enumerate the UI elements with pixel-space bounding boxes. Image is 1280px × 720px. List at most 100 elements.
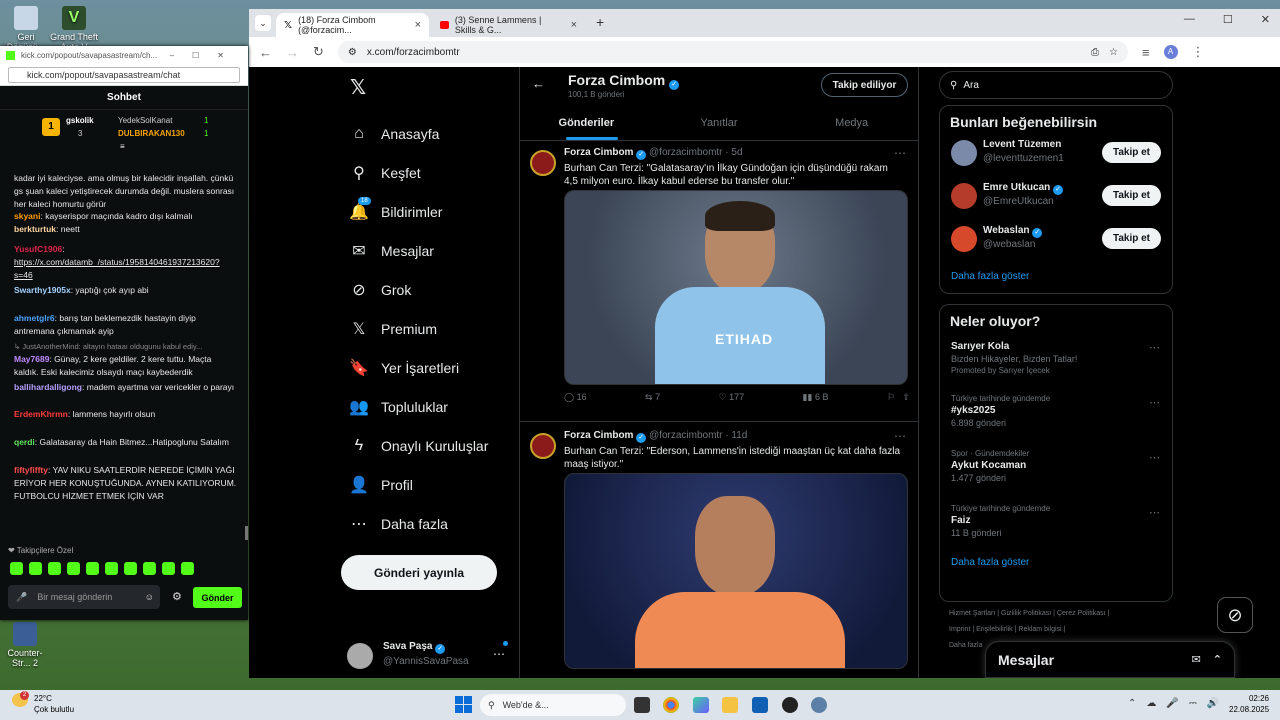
x-logo-icon[interactable]: 𝕏	[350, 75, 366, 100]
repost-button[interactable]: ⇆ 7	[645, 392, 660, 403]
bookmark-star-icon[interactable]: ☆	[1109, 47, 1118, 58]
tab-replies[interactable]: Yanıtlar	[653, 105, 786, 140]
clock-time[interactable]: 02:26	[1229, 694, 1269, 703]
more-icon[interactable]: ⋯	[493, 647, 505, 661]
follow-suggestion[interactable]: Emre Utkucan ✓ @EmreUtkucan Takip et	[940, 177, 1172, 220]
nav-bookmark[interactable]: 🔖 Yer İşaretleri	[349, 358, 459, 378]
start-icon[interactable]	[455, 696, 472, 713]
nav-search[interactable]: ⚲ Keşfet	[349, 163, 421, 183]
footer-link[interactable]: Hizmet Şartları	[949, 610, 995, 617]
microphone-icon[interactable]: 🎤	[16, 592, 27, 603]
footer-link[interactable]: Imprint	[949, 626, 970, 633]
trend-item[interactable]: Türkiye tarihinde gündemde #yks2025 6.898 …	[940, 392, 1172, 447]
nav-home[interactable]: ⌂ Anasayfa	[349, 124, 439, 144]
install-icon[interactable]: ⎙	[1091, 47, 1099, 58]
trend-item[interactable]: Sarıyer Kola Bizden Hikayeler, Bizden Tat…	[940, 337, 1172, 392]
nav-mail[interactable]: ✉ Mesajlar	[349, 241, 434, 261]
post-button[interactable]: Gönderi yayınla	[341, 555, 497, 590]
views-button[interactable]: ▮▮ 6 B	[803, 392, 829, 403]
tab-forza-cimbom[interactable]: 𝕏 (18) Forza Cimbom (@forzacim... ×	[276, 13, 429, 37]
expand-icon[interactable]: ⌃	[1213, 653, 1222, 666]
nav-profile[interactable]: 👤 Profil	[349, 475, 413, 495]
clock-date[interactable]: 22.08.2025	[1229, 705, 1269, 714]
chat-username[interactable]: qerdi	[14, 437, 35, 447]
follow-suggestion[interactable]: Webaslan ✓ @webaslan Takip et	[940, 220, 1172, 263]
chat-username[interactable]: fiftyfiffty	[14, 465, 48, 475]
tab-media[interactable]: Medya	[785, 105, 918, 140]
messages-drawer[interactable]: Mesajlar ✉ ⌃	[985, 641, 1235, 678]
scrollbar[interactable]	[245, 526, 248, 540]
address-bar[interactable]: ⚙ x.com/forzacimbomtr ⎙ ☆	[337, 41, 1128, 63]
chat-input[interactable]: 🎤 Bir mesaj gönderin ☺	[8, 585, 160, 609]
close-icon[interactable]: ×	[415, 19, 421, 31]
back-arrow-icon[interactable]: ←	[532, 76, 545, 91]
chat-username[interactable]: May7689	[14, 354, 49, 364]
taskbar-search[interactable]: ⚲ Web'de &...	[480, 694, 626, 716]
nav-more[interactable]: ⋯ Daha fazla	[349, 514, 448, 534]
chat-text[interactable]: https://x.com/datamb_/status/19581404619…	[14, 257, 220, 280]
search-input[interactable]: ⚲ Ara	[939, 71, 1173, 99]
follow-button[interactable]: Takip et	[1102, 185, 1161, 206]
more-icon[interactable]: ⋯	[1149, 396, 1160, 409]
chrome-icon[interactable]	[663, 697, 679, 713]
emote-icon[interactable]	[143, 562, 156, 575]
chat-username[interactable]: berkturtuk	[14, 224, 56, 234]
tweet-image[interactable]: ETIHAD	[564, 190, 908, 385]
more-icon[interactable]: ⋯	[1149, 341, 1160, 354]
chat-username[interactable]: ErdemKhrmn	[14, 409, 68, 419]
tweet[interactable]: Forza Cimbom ✓ @forzacimbomtr · 5d ⋯ Bur…	[520, 142, 918, 422]
close-window-icon[interactable]: ✕	[1261, 13, 1270, 26]
follow-button[interactable]: Takip et	[1102, 142, 1161, 163]
tab-search-button[interactable]: ⌄	[255, 15, 271, 31]
footer-link[interactable]: Çerez Politikası	[1057, 610, 1106, 617]
nav-grok[interactable]: ⊘ Grok	[349, 280, 411, 300]
reload-icon[interactable]: ↻	[313, 44, 324, 60]
copilot-icon[interactable]	[693, 697, 709, 713]
reply-button[interactable]: ◯ 16	[564, 392, 587, 403]
like-button[interactable]: ♡ 177	[719, 392, 745, 403]
leader-name[interactable]: YedekSolKanat	[118, 116, 172, 125]
tray-icons[interactable]: ⌃☁🎤⎓🔊	[1128, 698, 1229, 709]
account-switcher[interactable]: Sava Paşa ✓ @YannisSavaPasa ⋯	[347, 639, 517, 673]
leader-name[interactable]: gskolik	[66, 116, 94, 125]
back-icon[interactable]: ←	[259, 45, 272, 60]
forward-icon[interactable]: →	[286, 45, 299, 60]
maximize-icon[interactable]: ☐	[1223, 13, 1233, 26]
more-icon[interactable]: ⋯	[894, 429, 906, 443]
footer-link[interactable]: Gizlilik Politikası	[1001, 610, 1051, 617]
nav-x-logo[interactable]: 𝕏 Premium	[349, 319, 437, 339]
trend-item[interactable]: Spor · Gündemdekiler Aykut Kocaman 1.477 g…	[940, 447, 1172, 502]
bookmark-icon[interactable]: ⚐ ⇪	[887, 392, 910, 403]
store-icon[interactable]	[752, 697, 768, 713]
task-view-icon[interactable]	[634, 697, 650, 713]
chat-username[interactable]: ballihardalligong	[14, 382, 82, 392]
tab-youtube[interactable]: (3) Senne Lammens | Skills & G... ×	[432, 13, 585, 37]
nav-lightning[interactable]: ϟ Onaylı Kuruluşlar	[349, 436, 489, 456]
steam-icon[interactable]	[782, 697, 798, 713]
new-message-icon[interactable]: ✉	[1192, 653, 1201, 666]
follow-suggestion[interactable]: Levent Tüzemen @leventtuzemen1 Takip et	[940, 134, 1172, 177]
trend-item[interactable]: Türkiye tarihinde gündemde Faiz 11 B gönde…	[940, 502, 1172, 557]
chat-username[interactable]: YusufC1906	[14, 244, 62, 254]
footer-link[interactable]: Daha fazla	[949, 642, 982, 649]
emote-icon[interactable]	[162, 562, 175, 575]
tab-posts[interactable]: Gönderiler	[520, 105, 653, 140]
send-button[interactable]: Gönder	[193, 587, 242, 608]
minimize-icon[interactable]: —	[1184, 13, 1195, 26]
file-explorer-icon[interactable]	[722, 697, 738, 713]
tweet[interactable]: Forza Cimbom ✓ @forzacimbomtr · 11d ⋯ Bu…	[520, 425, 918, 678]
leader-name[interactable]: DULBIRAKAN130	[118, 129, 185, 138]
grok-icon[interactable]: ⊘	[1217, 597, 1253, 633]
site-info-icon[interactable]: ⚙	[348, 47, 357, 58]
chat-username[interactable]: Swarthy1905x	[14, 285, 71, 295]
emote-icon[interactable]	[48, 562, 61, 575]
emote-icon[interactable]	[181, 562, 194, 575]
chat-username[interactable]: ahmetglr6	[14, 313, 55, 323]
window-controls[interactable]: –☐✕	[170, 51, 242, 60]
emote-icon[interactable]	[67, 562, 80, 575]
new-tab-button[interactable]: +	[596, 14, 604, 30]
more-icon[interactable]: ⋯	[1149, 451, 1160, 464]
footer-link[interactable]: Reklam bilgisi	[1018, 626, 1061, 633]
emote-icon[interactable]	[86, 562, 99, 575]
emoji-icon[interactable]: ☺	[145, 592, 154, 602]
